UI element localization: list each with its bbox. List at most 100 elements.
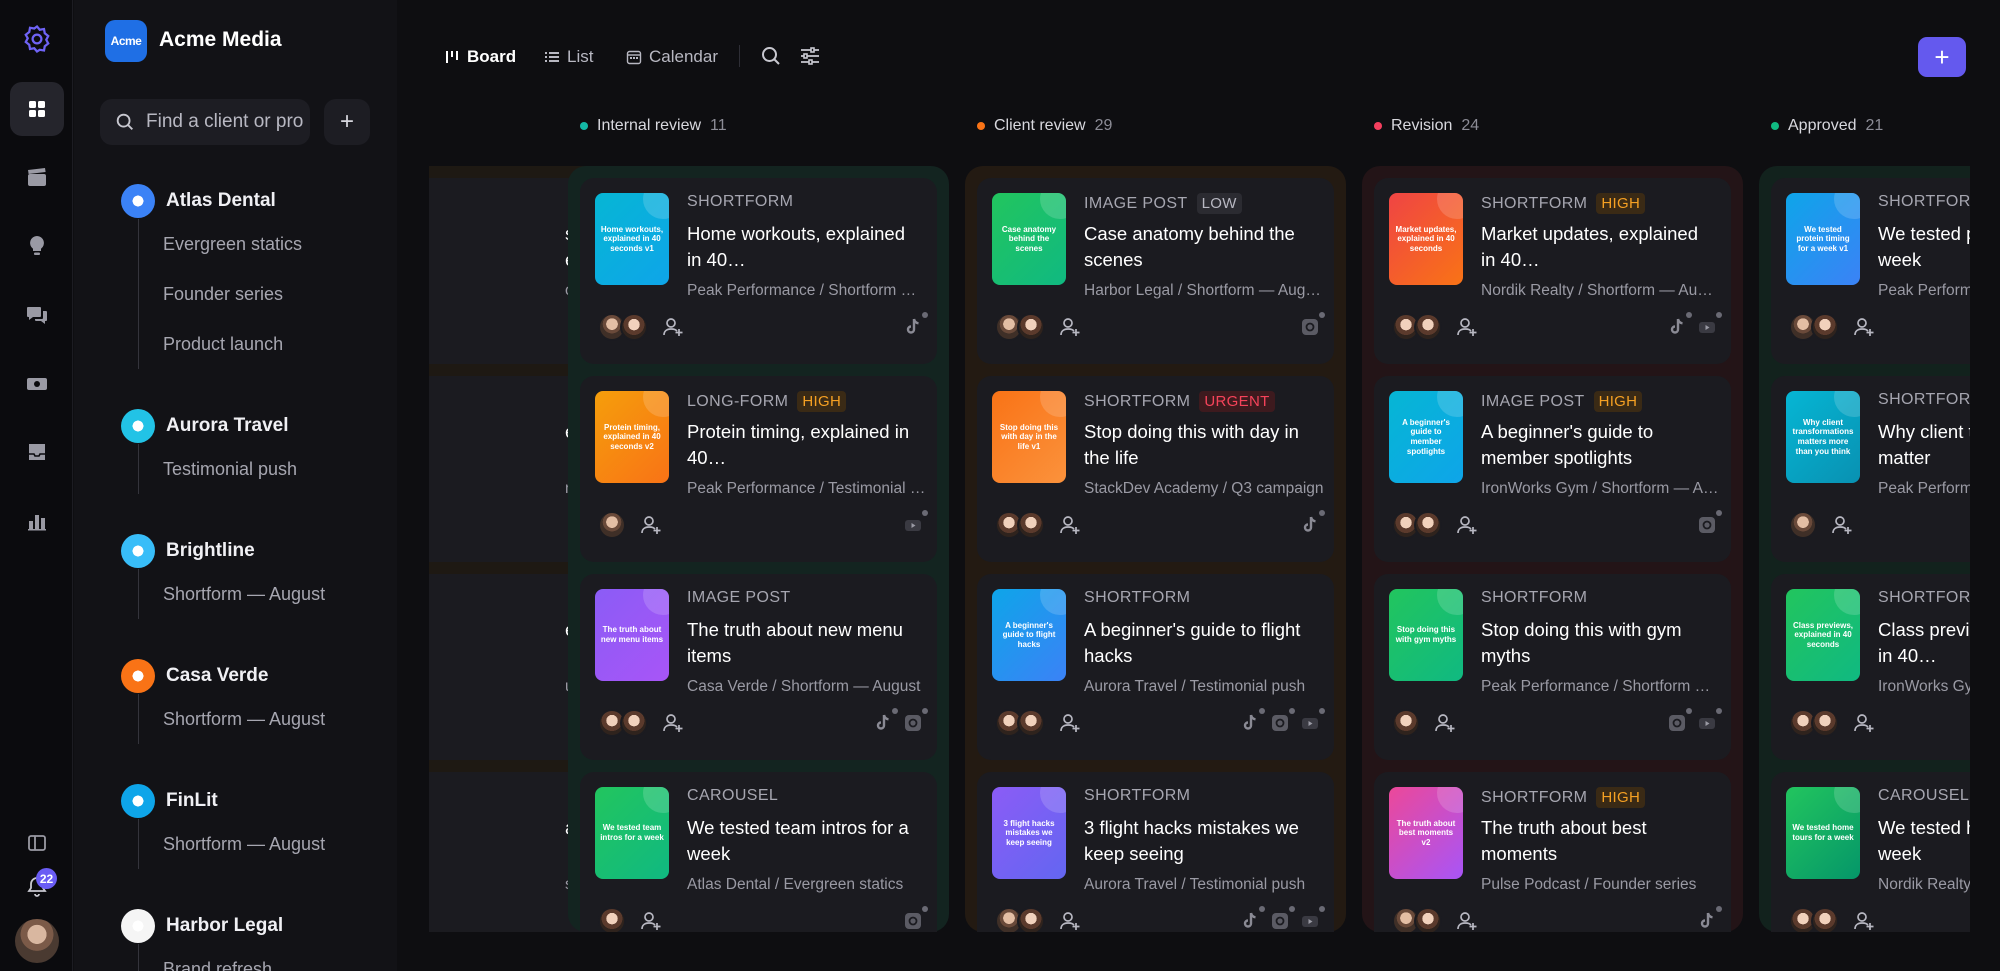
- project-item[interactable]: Shortform — August: [139, 569, 325, 619]
- client-item[interactable]: FinLit: [121, 783, 325, 819]
- board-grid-icon[interactable]: [10, 82, 64, 136]
- assignee-avatar[interactable]: [1017, 907, 1045, 932]
- search-icon[interactable]: [759, 44, 783, 68]
- project-item[interactable]: Brand refresh: [139, 944, 283, 971]
- client-search: [100, 99, 310, 145]
- client-logo-icon: [121, 534, 155, 568]
- lightbulb-icon[interactable]: [10, 219, 64, 273]
- add-assignee-icon[interactable]: [1853, 712, 1875, 734]
- status-dot: [1374, 122, 1382, 130]
- add-assignee-icon[interactable]: [640, 514, 662, 536]
- user-avatar[interactable]: [15, 919, 59, 963]
- content-card[interactable]: A beginner's guide to flight hacks SHORTF…: [977, 574, 1334, 760]
- client-item[interactable]: Harbor Legal: [121, 908, 283, 944]
- client-item[interactable]: Brightline: [121, 533, 325, 569]
- card-title: We tested home tours for a week: [1878, 815, 1970, 867]
- card-title: Stop doing this with gym myths: [1481, 617, 1706, 669]
- content-card[interactable]: We tested protein timing for a week v1 SH…: [1771, 178, 1970, 364]
- assignee-avatar[interactable]: [1392, 709, 1420, 737]
- bell-icon[interactable]: [10, 860, 64, 914]
- tab-calendar[interactable]: Calendar: [626, 43, 718, 71]
- content-card[interactable]: Stop doing this with gym myths SHORTFORM S…: [1374, 574, 1731, 760]
- client-item[interactable]: Casa Verde: [121, 658, 325, 694]
- content-card[interactable]: The truth about new menu items IMAGE POST…: [580, 574, 937, 760]
- assignee-avatar[interactable]: [1811, 907, 1839, 932]
- assignee-avatar[interactable]: [1811, 709, 1839, 737]
- content-card[interactable]: We tested team intros for a week CAROUSEL…: [580, 772, 937, 932]
- project-item[interactable]: Shortform — August: [139, 694, 325, 744]
- tab-list[interactable]: List: [544, 43, 593, 71]
- column-header[interactable]: Client review 29: [977, 117, 1112, 135]
- column-header[interactable]: Revision 24: [1374, 117, 1479, 135]
- filter-sliders-icon[interactable]: [798, 44, 822, 68]
- clapperboard-icon[interactable]: [10, 150, 64, 204]
- content-card[interactable]: 3 flight hacks mistakes we keep seeing SH…: [977, 772, 1334, 932]
- content-card[interactable]: Class previews, explained in 40 seconds S…: [1771, 574, 1970, 760]
- tab-board[interactable]: Board: [444, 43, 516, 71]
- content-type: IMAGE POST Low: [1084, 193, 1242, 214]
- content-card[interactable]: Market updates, explained in 40 seconds S…: [1374, 178, 1731, 364]
- client-item[interactable]: Atlas Dental: [121, 183, 302, 219]
- assignee-avatar[interactable]: [1414, 313, 1442, 341]
- inbox-icon[interactable]: [10, 425, 64, 479]
- new-content-button[interactable]: +: [1918, 37, 1966, 77]
- add-assignee-icon[interactable]: [1831, 514, 1853, 536]
- app-logo-gear-icon[interactable]: [10, 12, 64, 66]
- assignee-avatar[interactable]: [1789, 511, 1817, 539]
- platform-icons: [1667, 312, 1722, 337]
- add-client-button[interactable]: +: [324, 99, 370, 145]
- add-assignee-icon[interactable]: [1456, 910, 1478, 932]
- content-card[interactable]: A beginner's guide to member spotlights I…: [1374, 376, 1731, 562]
- workspace-name[interactable]: Acme Media: [159, 28, 282, 52]
- content-thumbnail: We tested home tours for a week: [1786, 787, 1860, 879]
- add-assignee-icon[interactable]: [1059, 910, 1081, 932]
- assignee-avatar[interactable]: [1017, 511, 1045, 539]
- column-header[interactable]: Approved 21: [1771, 117, 1883, 135]
- assignee-avatar[interactable]: [598, 907, 626, 932]
- add-assignee-icon[interactable]: [1059, 514, 1081, 536]
- content-card[interactable]: Why client transformations matters more …: [1771, 376, 1970, 562]
- content-card[interactable]: Protein timing, explained in 40 seconds …: [580, 376, 937, 562]
- project-item[interactable]: Product launch: [139, 319, 302, 369]
- content-thumbnail: The truth about new menu items: [595, 589, 669, 681]
- instagram-icon: [903, 708, 928, 733]
- project-item[interactable]: Shortform — August: [139, 819, 325, 869]
- content-card[interactable]: We tested home tours for a week CAROUSEL W…: [1771, 772, 1970, 932]
- project-item[interactable]: Evergreen statics: [139, 219, 302, 269]
- project-item[interactable]: Founder series: [139, 269, 302, 319]
- content-type-label: CAROUSEL: [687, 787, 779, 804]
- bar-chart-icon[interactable]: [10, 494, 64, 548]
- add-assignee-icon[interactable]: [1456, 316, 1478, 338]
- assignee-avatar[interactable]: [1414, 511, 1442, 539]
- add-assignee-icon[interactable]: [640, 910, 662, 932]
- assignee-avatar[interactable]: [1017, 313, 1045, 341]
- money-icon[interactable]: [10, 357, 64, 411]
- assignee-avatar[interactable]: [598, 511, 626, 539]
- card-meta: IronWorks Gym / Shortform — August: [1878, 678, 1970, 695]
- assignee-avatar[interactable]: [1017, 709, 1045, 737]
- add-assignee-icon[interactable]: [1059, 712, 1081, 734]
- assignee-avatar[interactable]: [620, 313, 648, 341]
- add-assignee-icon[interactable]: [662, 316, 684, 338]
- client-item[interactable]: Aurora Travel: [121, 408, 297, 444]
- add-assignee-icon[interactable]: [662, 712, 684, 734]
- content-thumbnail: A beginner's guide to member spotlights: [1389, 391, 1463, 483]
- content-card[interactable]: Stop doing this with day in the life v1 S…: [977, 376, 1334, 562]
- add-assignee-icon[interactable]: [1853, 316, 1875, 338]
- column-header[interactable]: Internal review 11: [580, 117, 727, 135]
- project-item[interactable]: Testimonial push: [139, 444, 297, 494]
- chat-bubbles-icon[interactable]: [10, 288, 64, 342]
- content-card[interactable]: Case anatomy behind the scenes IMAGE POST…: [977, 178, 1334, 364]
- assignee-avatar[interactable]: [1414, 907, 1442, 932]
- content-card[interactable]: Home workouts, explained in 40 seconds v…: [580, 178, 937, 364]
- add-assignee-icon[interactable]: [1059, 316, 1081, 338]
- client-search-input[interactable]: [146, 111, 306, 133]
- add-assignee-icon[interactable]: [1853, 910, 1875, 932]
- workspace-logo[interactable]: Acme: [105, 20, 147, 62]
- add-assignee-icon[interactable]: [1434, 712, 1456, 734]
- content-card[interactable]: The truth about best moments v2 SHORTFORM…: [1374, 772, 1731, 932]
- assignee-avatar[interactable]: [1811, 313, 1839, 341]
- add-assignee-icon[interactable]: [1456, 514, 1478, 536]
- assignee-avatar[interactable]: [620, 709, 648, 737]
- card-title: Protein timing, explained in 40…: [687, 419, 912, 471]
